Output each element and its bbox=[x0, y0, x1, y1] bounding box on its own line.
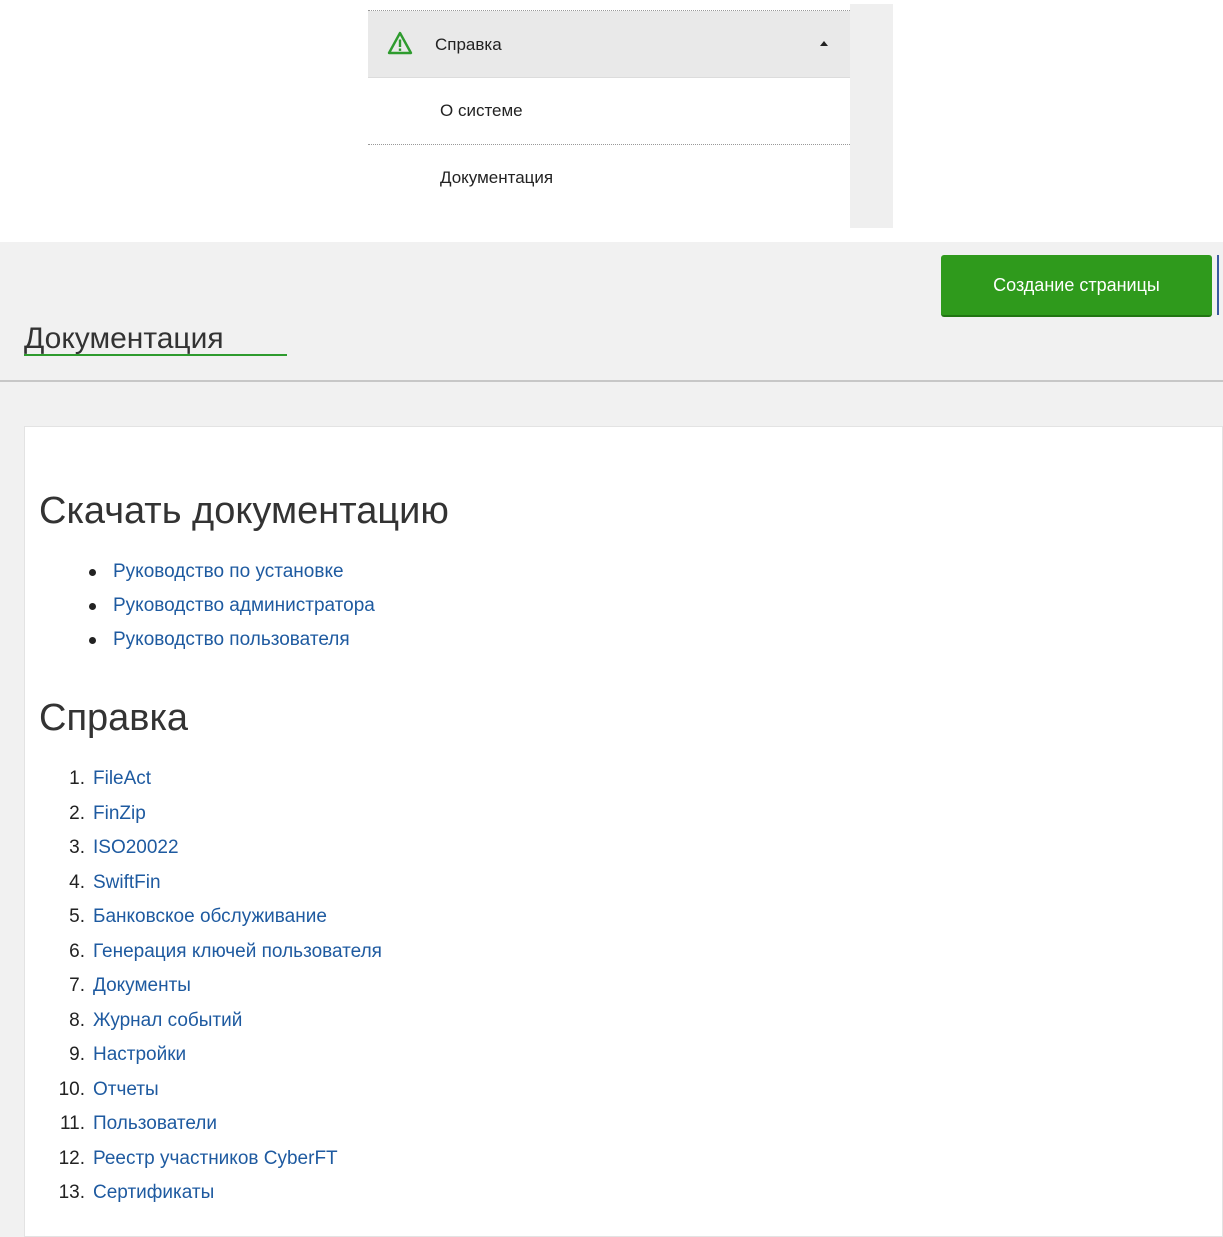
item-number: 1. bbox=[69, 768, 85, 789]
help-link[interactable]: FinZip bbox=[93, 797, 146, 832]
help-link[interactable]: Банковское обслуживание bbox=[93, 900, 327, 935]
item-number: 3. bbox=[69, 837, 85, 858]
install-guide-link[interactable]: Руководство по установке bbox=[113, 561, 344, 582]
item-number: 7. bbox=[69, 975, 85, 996]
list-item: 8. Журнал событий bbox=[49, 1004, 382, 1039]
create-page-button[interactable]: Создание страницы bbox=[941, 255, 1212, 317]
list-item: 1. FileAct bbox=[49, 762, 382, 797]
help-link[interactable]: Реестр участников CyberFT bbox=[93, 1142, 338, 1177]
list-item: 4. SwiftFin bbox=[49, 866, 382, 901]
title-underline bbox=[24, 354, 287, 356]
list-item: 3. ISO20022 bbox=[49, 831, 382, 866]
menu-item-documentation[interactable]: Документация bbox=[368, 144, 850, 211]
documentation-card: Скачать документацию Руководство по уста… bbox=[24, 426, 1223, 1237]
help-link[interactable]: Генерация ключей пользователя bbox=[93, 935, 382, 970]
warning-triangle-icon bbox=[387, 31, 413, 55]
page-header: Документация Создание страницы bbox=[0, 242, 1223, 382]
menu-item-about[interactable]: О системе bbox=[368, 78, 850, 144]
help-menu: Справка О системе Документация bbox=[368, 10, 850, 219]
help-link[interactable]: Пользователи bbox=[93, 1107, 217, 1142]
list-item: 6. Генерация ключей пользователя bbox=[49, 935, 382, 970]
list-item: 13. Сертификаты bbox=[49, 1176, 382, 1211]
page-title: Документация bbox=[24, 322, 224, 356]
menu-side-strip bbox=[850, 4, 893, 228]
list-item: Руководство пользователя bbox=[85, 623, 375, 657]
item-number: 2. bbox=[69, 802, 85, 824]
bullet-icon bbox=[89, 569, 96, 576]
list-item: 2. FinZip bbox=[49, 797, 382, 832]
list-item: 11. Пользователи bbox=[49, 1107, 382, 1142]
list-item: 12. Реестр участников CyberFT bbox=[49, 1142, 382, 1177]
list-item: Руководство по установке bbox=[85, 555, 375, 589]
menu-item-label: О системе bbox=[440, 101, 523, 120]
edge-divider bbox=[1217, 255, 1219, 315]
menu-item-label: Документация bbox=[440, 168, 554, 187]
item-number: 11. bbox=[59, 1113, 85, 1134]
item-number: 10. bbox=[58, 1078, 85, 1100]
item-number: 4. bbox=[69, 871, 85, 893]
list-item: 7. Документы bbox=[49, 969, 382, 1004]
list-item: Руководство администратора bbox=[85, 589, 375, 623]
help-menu-header[interactable]: Справка bbox=[368, 11, 850, 78]
help-section-title: Справка bbox=[39, 697, 189, 739]
item-number: 5. bbox=[69, 906, 85, 927]
help-link[interactable]: Сертификаты bbox=[93, 1176, 214, 1211]
help-link[interactable]: ISO20022 bbox=[93, 831, 179, 866]
item-number: 13. bbox=[58, 1182, 85, 1203]
help-menu-label: Справка bbox=[435, 35, 502, 54]
list-item: 10. Отчеты bbox=[49, 1073, 382, 1108]
help-link[interactable]: Документы bbox=[93, 969, 191, 1004]
page-root: Справка О системе Документация Документа… bbox=[0, 0, 1223, 1237]
item-number: 12. bbox=[58, 1147, 85, 1169]
help-link[interactable]: Отчеты bbox=[93, 1073, 159, 1108]
help-link[interactable]: SwiftFin bbox=[93, 866, 161, 901]
item-number: 6. bbox=[69, 940, 85, 962]
caret-up-icon bbox=[820, 41, 828, 46]
item-number: 9. bbox=[69, 1044, 85, 1065]
item-number: 8. bbox=[69, 1009, 85, 1031]
download-list: Руководство по установке Руководство адм… bbox=[85, 555, 375, 657]
help-list: 1. FileAct 2. FinZip 3. ISO20022 4. SwiftFin… bbox=[49, 762, 382, 1211]
help-link[interactable]: FileAct bbox=[93, 762, 151, 797]
download-section-title: Скачать документацию bbox=[39, 490, 449, 532]
user-guide-link[interactable]: Руководство пользователя bbox=[113, 629, 350, 650]
bullet-icon bbox=[89, 603, 96, 610]
list-item: 5. Банковское обслуживание bbox=[49, 900, 382, 935]
list-item: 9. Настройки bbox=[49, 1038, 382, 1073]
help-link[interactable]: Журнал событий bbox=[93, 1004, 242, 1039]
bullet-icon bbox=[89, 637, 96, 644]
admin-guide-link[interactable]: Руководство администратора bbox=[113, 595, 375, 616]
help-link[interactable]: Настройки bbox=[93, 1038, 186, 1073]
